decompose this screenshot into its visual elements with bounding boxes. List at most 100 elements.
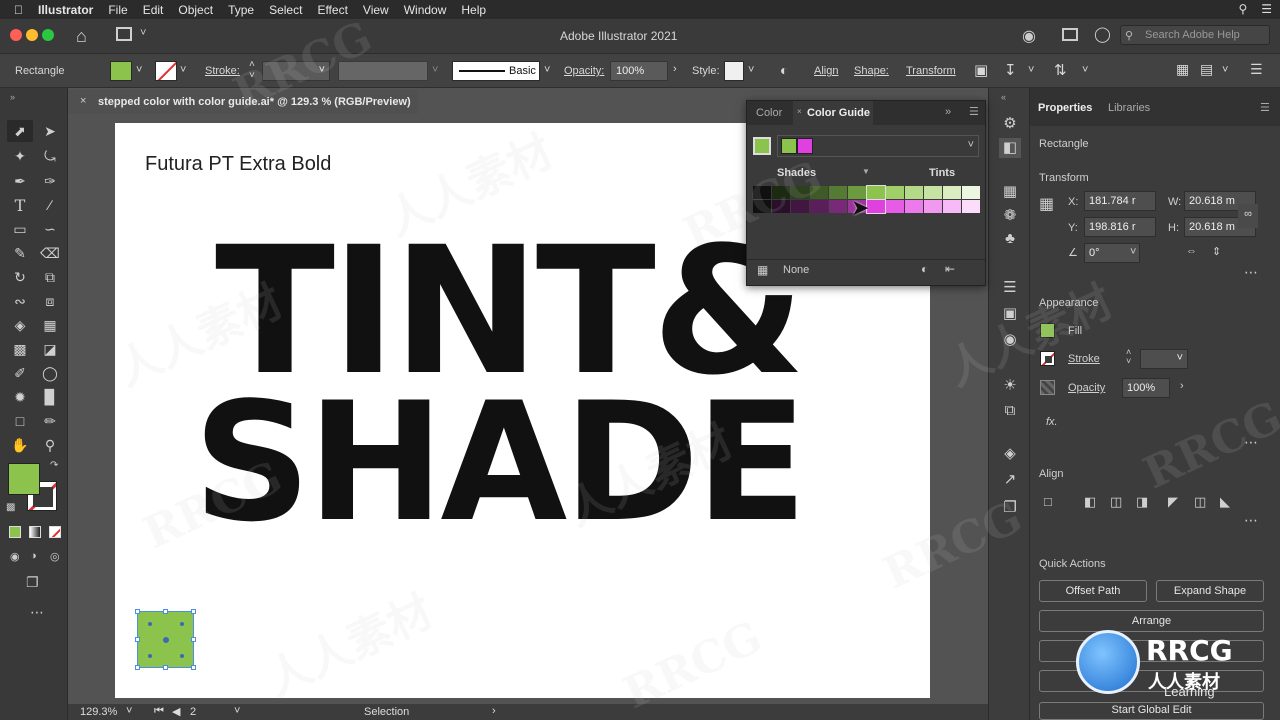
transform-icon[interactable]: ⇅ — [1054, 61, 1067, 79]
type-tool-icon[interactable]: T — [7, 194, 33, 216]
collapse-panel-icon[interactable]: » — [945, 106, 951, 118]
chevron-down-icon[interactable]: ˅ — [140, 27, 146, 39]
chevron-down-icon[interactable]: ˅ — [748, 64, 754, 76]
color-variation-swatch[interactable] — [924, 186, 942, 199]
tab-properties[interactable]: Properties — [1038, 102, 1092, 114]
stroke-swatch[interactable] — [1040, 351, 1055, 366]
appearance-panel-icon[interactable]: ☀ — [999, 376, 1021, 396]
minimize-window-button[interactable] — [26, 29, 38, 41]
panel-menu-icon[interactable]: ☰ — [969, 105, 979, 118]
align-top-icon[interactable]: ◤ — [1168, 494, 1178, 510]
blend-tool-icon[interactable]: ◯ — [37, 362, 63, 384]
constrain-proportions-icon[interactable]: ∞ — [1238, 204, 1258, 228]
graphic-styles-panel-icon[interactable]: ⧉ — [999, 402, 1021, 422]
rectangle-tool-icon[interactable]: ▭ — [7, 218, 33, 240]
perspective-grid-tool-icon[interactable]: ▦ — [37, 314, 63, 336]
more-options-icon[interactable]: ⋯ — [1244, 264, 1258, 281]
stroke-label[interactable]: Stroke — [1068, 353, 1100, 365]
opacity-label[interactable]: Opacity: — [564, 65, 604, 77]
align-link[interactable]: Align — [814, 65, 838, 77]
zoom-tool-icon[interactable]: ⚲ — [37, 434, 63, 456]
transform-link[interactable]: Transform — [906, 65, 956, 77]
menu-effect[interactable]: Effect — [317, 3, 347, 17]
none-mode-icon[interactable] — [49, 526, 61, 538]
width-tool-icon[interactable]: ∾ — [7, 290, 33, 312]
workspace-layout-icon[interactable] — [116, 27, 132, 41]
line-segment-tool-icon[interactable]: ∕ — [37, 194, 63, 216]
tab-color-guide[interactable]: Color Guide — [807, 107, 870, 119]
search-help-field[interactable]: ⚲ Search Adobe Help — [1120, 25, 1270, 45]
edit-toolbar-icon[interactable]: ⋯ — [30, 604, 44, 621]
color-variation-swatch[interactable] — [810, 200, 828, 213]
color-variation-swatch[interactable] — [810, 186, 828, 199]
color-variation-swatch[interactable] — [791, 186, 809, 199]
tab-color[interactable]: Color — [756, 107, 782, 119]
draw-inside-icon[interactable]: ◎ — [50, 550, 60, 563]
draw-behind-icon[interactable]: ◑ — [30, 550, 37, 562]
gradient-panel-icon[interactable]: ▣ — [999, 304, 1021, 324]
chevron-down-icon[interactable]: ˅ — [432, 64, 438, 76]
column-graph-tool-icon[interactable]: ▉ — [37, 386, 63, 408]
base-color-swatch[interactable] — [753, 137, 771, 155]
align-left-icon[interactable]: ◧ — [1084, 494, 1096, 510]
selected-rectangle[interactable] — [135, 609, 196, 670]
align-objects-icon[interactable]: ↧ — [1004, 61, 1017, 79]
brush-definition[interactable]: Basic — [452, 61, 540, 81]
eraser-tool-icon[interactable]: ⌫ — [37, 242, 63, 264]
export-panel-icon[interactable]: ↗ — [999, 470, 1021, 490]
stroke-weight-field[interactable]: ˅ — [262, 61, 330, 81]
isolate-icon[interactable]: ▣ — [974, 61, 988, 79]
distribute-icon[interactable]: ▤ — [1200, 61, 1213, 78]
lasso-tool-icon[interactable]: ⤿ — [37, 145, 63, 167]
flip-horizontal-icon[interactable]: ⇔ — [1186, 245, 1197, 257]
menu-file[interactable]: File — [108, 3, 127, 17]
shape-link[interactable]: Shape: — [854, 65, 889, 77]
swatch-library-icon[interactable]: ▦ — [757, 263, 768, 277]
more-options-icon[interactable]: ⋯ — [1244, 434, 1258, 451]
harmony-rules-dropdown[interactable]: ˅ — [777, 135, 979, 157]
free-transform-tool-icon[interactable]: ⧈ — [37, 290, 63, 312]
brushes-panel-icon[interactable]: ❁ — [999, 206, 1021, 226]
zoom-window-button[interactable] — [42, 29, 54, 41]
stroke-panel-icon[interactable]: ☰ — [999, 278, 1021, 298]
x-field[interactable]: 181.784 r — [1084, 191, 1156, 211]
scale-tool-icon[interactable]: ⧉ — [37, 266, 63, 288]
home-icon[interactable]: ⌂ — [76, 26, 87, 47]
document-tab[interactable]: × stepped color with color guide.ai* @ 1… — [68, 90, 418, 114]
color-variation-swatch[interactable] — [791, 200, 809, 213]
artboards-panel-icon[interactable]: ❐ — [999, 498, 1021, 518]
swatches-panel-icon[interactable]: ▦ — [999, 182, 1021, 202]
color-variation-swatch[interactable] — [962, 186, 980, 199]
color-variation-swatch[interactable] — [829, 200, 847, 213]
color-variation-swatch[interactable] — [772, 200, 790, 213]
y-field[interactable]: 198.816 r — [1084, 217, 1156, 237]
panel-menu-icon[interactable]: ☰ — [1250, 61, 1263, 78]
align-right-icon[interactable]: ◨ — [1136, 494, 1148, 510]
slice-tool-icon[interactable]: ✏ — [37, 410, 63, 432]
curvature-tool-icon[interactable]: ✑ — [37, 170, 63, 192]
panel-menu-icon[interactable]: ☰ — [1260, 101, 1270, 114]
draw-normal-icon[interactable]: ◉ — [10, 550, 20, 563]
stroke-stepper[interactable]: ˄ ˅ — [1126, 348, 1131, 366]
fx-icon[interactable]: fx. — [1046, 416, 1058, 428]
first-artboard-icon[interactable]: ⏮ — [154, 705, 164, 718]
apple-icon[interactable]:  — [14, 3, 23, 17]
fill-swatch[interactable] — [110, 61, 132, 81]
artboard-tool-icon[interactable]: □ — [7, 410, 33, 432]
menu-edit[interactable]: Edit — [143, 3, 164, 17]
gradient-tool-icon[interactable]: ◪ — [37, 338, 63, 360]
default-colors-icon[interactable]: ▩ — [6, 502, 15, 513]
grid-icon[interactable]: ▦ — [1176, 61, 1189, 78]
save-swatch-group-icon[interactable]: ⇤ — [945, 262, 955, 276]
shape-builder-tool-icon[interactable]: ◈ — [7, 314, 33, 336]
previous-artboard-icon[interactable]: ◀ — [172, 705, 180, 718]
color-variation-swatch[interactable] — [905, 186, 923, 199]
align-center-icon[interactable]: ◫ — [1110, 494, 1122, 510]
offset-path-button[interactable]: Offset Path — [1039, 580, 1147, 602]
align-middle-icon[interactable]: ◫ — [1194, 494, 1206, 510]
fill-color-front[interactable] — [8, 463, 40, 495]
chevron-down-icon[interactable]: ˅ — [126, 705, 132, 717]
menu-view[interactable]: View — [363, 3, 389, 17]
graphic-style-swatch[interactable] — [724, 61, 744, 81]
direct-selection-tool-icon[interactable]: ➤ — [37, 120, 63, 142]
